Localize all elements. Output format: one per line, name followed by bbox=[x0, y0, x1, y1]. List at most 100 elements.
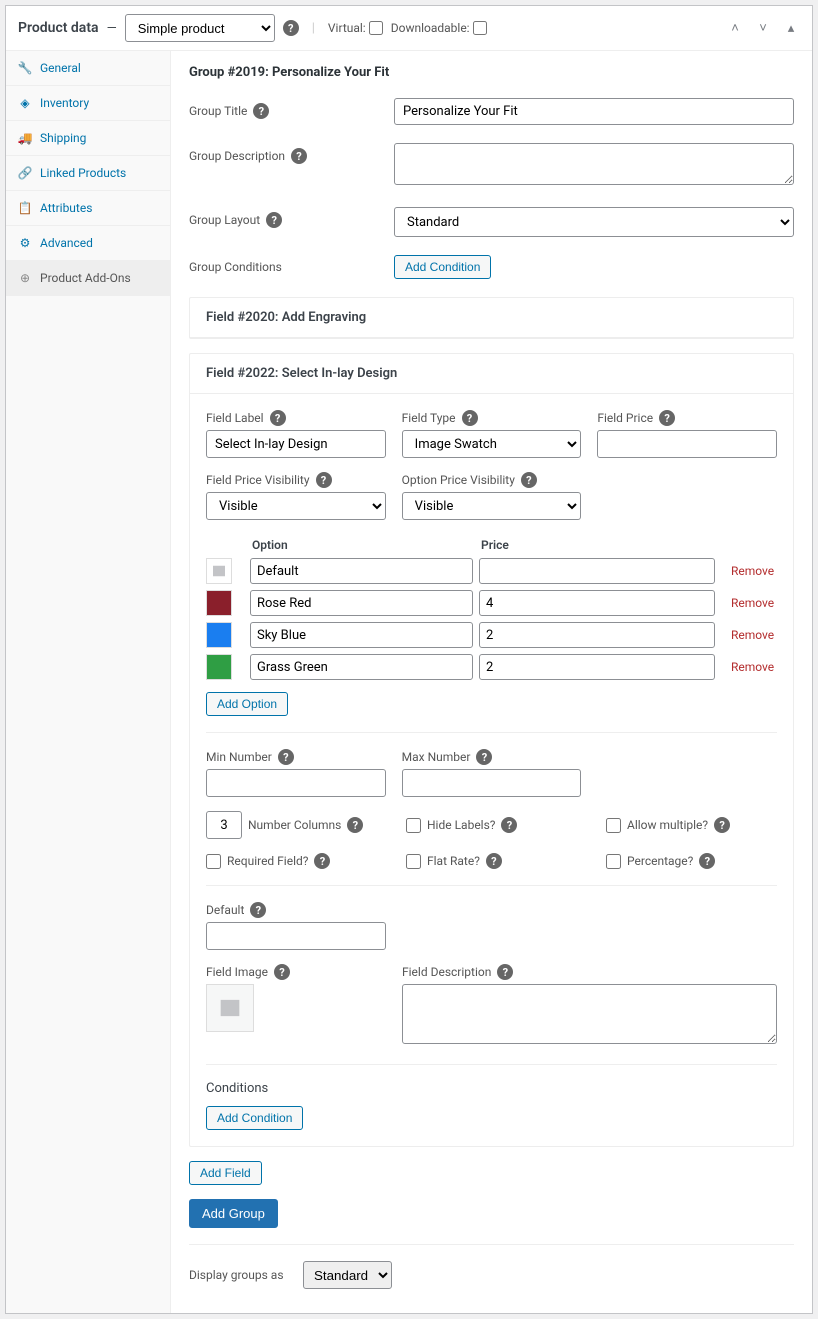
sidebar-item-advanced[interactable]: ⚙Advanced bbox=[6, 226, 170, 261]
sidebar-item-attributes[interactable]: 📋Attributes bbox=[6, 191, 170, 226]
image-icon bbox=[216, 994, 244, 1022]
swatch-picker[interactable] bbox=[206, 590, 232, 616]
help-icon[interactable]: ? bbox=[659, 410, 675, 426]
help-icon[interactable]: ? bbox=[250, 902, 266, 918]
add-group-button[interactable]: Add Group bbox=[189, 1199, 278, 1228]
fpv-select[interactable]: Visible bbox=[206, 492, 386, 520]
option-name-input[interactable] bbox=[250, 590, 473, 616]
hide-labels-checkbox[interactable] bbox=[406, 818, 421, 833]
collapse-icon[interactable]: ▴ bbox=[782, 19, 800, 37]
product-type-select[interactable]: Simple product bbox=[125, 14, 275, 42]
plus-circle-icon: ⊕ bbox=[18, 271, 32, 285]
field-panel-header[interactable]: Field #2020: Add Engraving bbox=[190, 298, 793, 338]
help-icon[interactable]: ? bbox=[476, 749, 492, 765]
list-icon: 📋 bbox=[18, 201, 32, 215]
help-icon[interactable]: ? bbox=[266, 212, 282, 228]
col-option: Option bbox=[252, 538, 481, 552]
options-table: Option Price Remove Remove Remove Remove bbox=[206, 534, 777, 680]
help-icon[interactable]: ? bbox=[314, 853, 330, 869]
fpv-lbl: Field Price Visibility bbox=[206, 473, 310, 487]
conditions-lbl: Conditions bbox=[206, 1081, 268, 1096]
field-add-condition-button[interactable]: Add Condition bbox=[206, 1106, 303, 1130]
help-icon[interactable]: ? bbox=[521, 472, 537, 488]
add-field-button[interactable]: Add Field bbox=[189, 1161, 262, 1185]
option-name-input[interactable] bbox=[250, 622, 473, 648]
swatch-picker[interactable] bbox=[206, 622, 232, 648]
option-row: Remove bbox=[206, 654, 777, 680]
opv-select[interactable]: Visible bbox=[402, 492, 582, 520]
remove-option-link[interactable]: Remove bbox=[731, 596, 777, 610]
opv-lbl: Option Price Visibility bbox=[402, 473, 515, 487]
group-title-label: Group Title bbox=[189, 104, 247, 118]
default-lbl: Default bbox=[206, 903, 244, 917]
field-label-input[interactable] bbox=[206, 430, 386, 458]
help-icon[interactable]: ? bbox=[283, 20, 299, 36]
field-image-picker[interactable] bbox=[206, 984, 254, 1032]
num-cols-input[interactable] bbox=[206, 811, 242, 839]
help-icon[interactable]: ? bbox=[347, 817, 363, 833]
downloadable-checkbox-label[interactable]: Downloadable: bbox=[391, 21, 487, 35]
min-number-input[interactable] bbox=[206, 769, 386, 797]
field-type-lbl: Field Type bbox=[402, 411, 456, 425]
field-type-select[interactable]: Image Swatch bbox=[402, 430, 582, 458]
virtual-checkbox-label[interactable]: Virtual: bbox=[328, 21, 383, 35]
col-price: Price bbox=[481, 538, 721, 552]
help-icon[interactable]: ? bbox=[278, 749, 294, 765]
max-number-input[interactable] bbox=[402, 769, 582, 797]
option-price-input[interactable] bbox=[479, 622, 715, 648]
help-icon[interactable]: ? bbox=[501, 817, 517, 833]
swatch-picker[interactable] bbox=[206, 558, 232, 584]
option-name-input[interactable] bbox=[250, 558, 473, 584]
help-icon[interactable]: ? bbox=[714, 817, 730, 833]
help-icon[interactable]: ? bbox=[291, 148, 307, 164]
allow-multiple-checkbox[interactable] bbox=[606, 818, 621, 833]
remove-option-link[interactable]: Remove bbox=[731, 628, 777, 642]
chevron-down-icon[interactable]: ˅ bbox=[754, 19, 772, 37]
field-desc-input[interactable] bbox=[402, 984, 777, 1044]
sidebar-item-addons[interactable]: ⊕Product Add-Ons bbox=[6, 261, 170, 296]
help-icon[interactable]: ? bbox=[462, 410, 478, 426]
help-icon[interactable]: ? bbox=[270, 410, 286, 426]
option-price-input[interactable] bbox=[479, 590, 715, 616]
remove-option-link[interactable]: Remove bbox=[731, 660, 777, 674]
sidebar-item-linked[interactable]: 🔗Linked Products bbox=[6, 156, 170, 191]
flat-rate-checkbox[interactable] bbox=[406, 854, 421, 869]
help-icon[interactable]: ? bbox=[316, 472, 332, 488]
option-price-input[interactable] bbox=[479, 558, 715, 584]
display-groups-label: Display groups as bbox=[189, 1268, 289, 1282]
field-desc-lbl: Field Description bbox=[402, 965, 491, 979]
virtual-checkbox[interactable] bbox=[369, 21, 383, 35]
field-panel-header[interactable]: Field #2022: Select In-lay Design bbox=[190, 354, 793, 394]
swatch-picker[interactable] bbox=[206, 654, 232, 680]
help-icon[interactable]: ? bbox=[699, 853, 715, 869]
option-row: Remove bbox=[206, 590, 777, 616]
sidebar-item-general[interactable]: 🔧General bbox=[6, 51, 170, 86]
group-heading: Group #2019: Personalize Your Fit bbox=[189, 65, 794, 80]
group-desc-label: Group Description bbox=[189, 149, 285, 163]
add-condition-button[interactable]: Add Condition bbox=[394, 255, 491, 279]
group-title-input[interactable] bbox=[394, 98, 794, 125]
chevron-up-icon[interactable]: ˄ bbox=[726, 19, 744, 37]
inventory-icon: ◈ bbox=[18, 96, 32, 110]
help-icon[interactable]: ? bbox=[274, 964, 290, 980]
help-icon[interactable]: ? bbox=[486, 853, 502, 869]
option-price-input[interactable] bbox=[479, 654, 715, 680]
add-option-button[interactable]: Add Option bbox=[206, 692, 288, 716]
option-name-input[interactable] bbox=[250, 654, 473, 680]
help-icon[interactable]: ? bbox=[253, 103, 269, 119]
field-panel-2020: Field #2020: Add Engraving bbox=[189, 297, 794, 339]
default-input[interactable] bbox=[206, 922, 386, 950]
field-price-input[interactable] bbox=[597, 430, 777, 458]
downloadable-checkbox[interactable] bbox=[473, 21, 487, 35]
remove-option-link[interactable]: Remove bbox=[731, 564, 777, 578]
group-layout-select[interactable]: Standard bbox=[394, 207, 794, 237]
display-groups-select[interactable]: Standard bbox=[303, 1261, 392, 1289]
sidebar-item-shipping[interactable]: 🚚Shipping bbox=[6, 121, 170, 156]
required-checkbox[interactable] bbox=[206, 854, 221, 869]
percentage-checkbox[interactable] bbox=[606, 854, 621, 869]
help-icon[interactable]: ? bbox=[497, 964, 513, 980]
option-row: Remove bbox=[206, 558, 777, 584]
group-desc-input[interactable] bbox=[394, 143, 794, 185]
sidebar-item-inventory[interactable]: ◈Inventory bbox=[6, 86, 170, 121]
option-row: Remove bbox=[206, 622, 777, 648]
